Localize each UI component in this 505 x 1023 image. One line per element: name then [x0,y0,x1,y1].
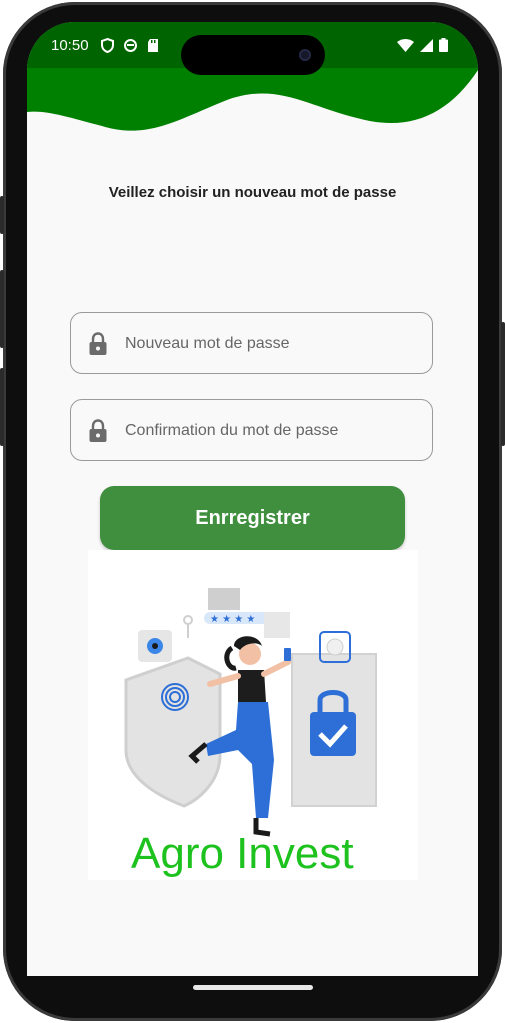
confirm-password-input[interactable] [123,400,427,462]
shield-status-icon [101,38,114,53]
security-illustration-art: ★ ★ ★ ★ Agro Invest [124,588,377,878]
status-icons-right [397,38,448,52]
security-illustration: ★ ★ ★ ★ Agro Invest [88,550,418,880]
sdcard-status-icon [148,39,158,52]
lock-icon [89,332,107,355]
dynamic-island [181,35,325,75]
battery-icon [439,38,448,52]
status-bar: 10:50 [27,22,478,75]
app-screen: 10:50 Veillez choisir un nouveau mot de … [27,22,478,976]
lock-icon [89,419,107,442]
sync-status-icon [124,39,137,52]
action-side-button [0,196,4,234]
wifi-icon [397,38,414,52]
home-indicator[interactable] [193,985,313,990]
new-password-field[interactable] [70,312,433,375]
status-time: 10:50 [51,37,89,54]
status-icons-left [101,38,159,53]
save-button[interactable]: Enrregistrer [100,486,405,550]
page-title: Veillez choisir un nouveau mot de passe [108,184,397,201]
new-password-input[interactable] [123,313,427,375]
brand-text: Agro Invest [131,829,354,878]
power-side-button [501,322,505,446]
confirm-password-field[interactable] [70,399,433,462]
volume-down-side-button [0,368,4,446]
front-camera [299,49,311,61]
signal-icon [420,38,433,52]
volume-up-side-button [0,270,4,348]
svg-text:★ ★ ★ ★: ★ ★ ★ ★ [210,614,255,625]
